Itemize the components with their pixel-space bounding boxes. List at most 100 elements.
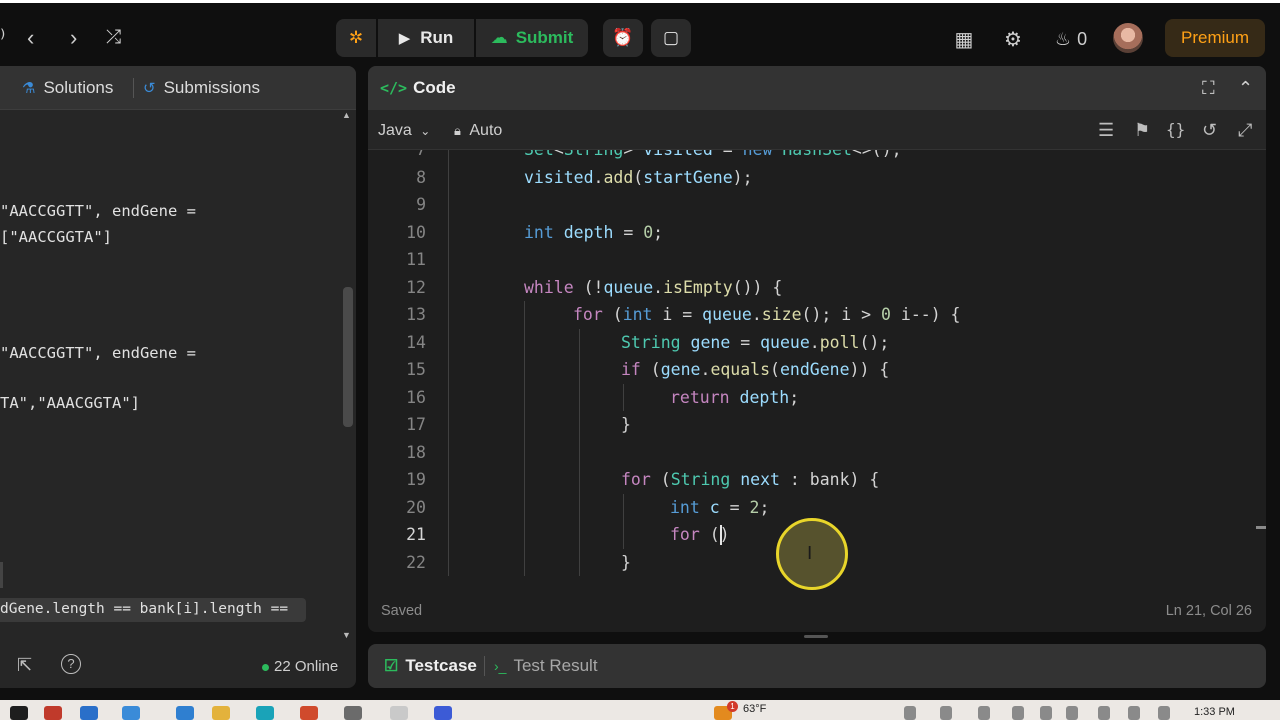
indent-guide — [579, 521, 580, 549]
code-line[interactable]: 9 — [368, 191, 1248, 219]
online-indicator: 22 Online — [262, 658, 338, 675]
taskbar-app-icon[interactable] — [434, 706, 452, 720]
chevron-left-icon[interactable]: ‹ — [27, 25, 34, 51]
language-select[interactable]: Java ⌄ — [378, 122, 430, 140]
grid-icon[interactable]: ▦ — [951, 21, 977, 57]
debug-button[interactable]: ✲ — [336, 19, 376, 57]
tab-testcase[interactable]: ☑ Testcase — [384, 656, 477, 676]
indent-guide — [524, 301, 525, 329]
code-line[interactable]: 13 for (int i = queue.size(); i > 0 i--) … — [368, 301, 1248, 329]
text-caret — [720, 525, 722, 545]
tray-icon[interactable] — [1098, 706, 1110, 720]
code-line[interactable]: 8 visited.add(startGene); — [368, 163, 1248, 191]
taskbar-app-icon[interactable] — [390, 706, 408, 720]
code-line[interactable]: 19 for (String next : bank) { — [368, 466, 1248, 494]
premium-button[interactable]: Premium — [1165, 19, 1265, 57]
indent-guide — [524, 411, 525, 439]
weather-temp: 63°F — [743, 703, 767, 715]
tab-submissions[interactable]: ↺ Submissions — [143, 78, 260, 98]
bookmark-icon[interactable]: ⚑ — [1134, 120, 1150, 141]
tray-icon[interactable] — [904, 706, 916, 720]
chevron-right-icon[interactable]: › — [70, 25, 77, 51]
avatar[interactable] — [1113, 23, 1143, 53]
indent-guide — [524, 328, 525, 356]
tab-test-result[interactable]: ›_ Test Result — [494, 656, 598, 676]
lock-icon: 🔒︎ — [454, 123, 461, 138]
run-label: Run — [420, 28, 454, 47]
code-text: visited.add(startGene); — [524, 167, 753, 187]
tray-icon[interactable] — [978, 706, 990, 720]
streak-count: 0 — [1077, 28, 1088, 49]
line-number: 17 — [406, 415, 426, 434]
scroll-down-icon[interactable]: ▼ — [342, 630, 351, 640]
line-number: 14 — [406, 332, 426, 352]
fire-icon: ♨ — [1054, 28, 1072, 49]
indent-guide — [623, 383, 624, 411]
tray-icon[interactable] — [1012, 706, 1024, 720]
run-submit-group: ✲ ▶ Run ☁ Submit — [336, 19, 588, 57]
code-line[interactable]: 12 while (!queue.isEmpty()) { — [368, 273, 1248, 301]
external-link-icon[interactable]: ⇱ — [17, 655, 32, 676]
taskbar-app-icon[interactable] — [300, 706, 318, 720]
text-cursor-icon: I — [807, 543, 813, 564]
indent-guide — [448, 383, 449, 411]
line-number: 20 — [406, 497, 426, 517]
scroll-thumb[interactable] — [343, 287, 353, 427]
submit-button[interactable]: ☁ Submit — [476, 19, 588, 57]
streak-counter[interactable]: ♨ 0 — [1049, 21, 1093, 57]
indent-guide — [448, 438, 449, 466]
code-text: return depth; — [670, 387, 800, 407]
code-line[interactable]: 10 int depth = 0; — [368, 218, 1248, 246]
tray-icon[interactable] — [1128, 706, 1140, 720]
expand-icon[interactable]: ⤢ — [1238, 120, 1252, 141]
checkbox-icon: ☑ — [384, 658, 399, 675]
taskbar-app-icon[interactable] — [256, 706, 274, 720]
maximize-icon[interactable]: ⛶ — [1202, 78, 1215, 99]
gear-icon[interactable]: ⚙ — [1000, 21, 1026, 57]
shuffle-icon[interactable]: ⤮ — [106, 25, 121, 51]
example1-input-line2: ["AACCGGTA"] — [0, 228, 112, 246]
constraint-code: dGene.length == bank[i].length == — [0, 598, 306, 622]
indent-guide — [448, 493, 449, 521]
tray-icon[interactable] — [1066, 706, 1078, 720]
tab-testcase-label: Testcase — [405, 656, 477, 675]
chevron-up-icon[interactable]: ⌃ — [1238, 78, 1253, 99]
taskbar-app-icon[interactable] — [176, 706, 194, 720]
scroll-up-icon[interactable]: ▲ — [342, 110, 351, 120]
left-scrollbar[interactable]: ▲ ▼ — [341, 110, 353, 642]
online-count: 22 Online — [274, 658, 339, 675]
auto-mode[interactable]: 🔒︎ Auto — [454, 122, 502, 140]
code-line[interactable]: 15 if (gene.equals(endGene)) { — [368, 356, 1248, 384]
taskbar-app-icon[interactable] — [44, 706, 62, 720]
indent-guide — [579, 493, 580, 521]
tray-icon[interactable] — [1040, 706, 1052, 720]
taskbar-app-icon[interactable] — [10, 706, 28, 720]
taskbar-app-icon[interactable] — [122, 706, 140, 720]
example1-input-line1: "AACCGGTT", endGene = — [0, 202, 196, 220]
code-title-label: Code — [413, 78, 456, 97]
code-line[interactable]: 14 String gene = queue.poll(); — [368, 328, 1248, 356]
tray-icon[interactable] — [940, 706, 952, 720]
code-line[interactable]: 7 Set<String> visited = new HashSet<>(); — [368, 150, 1248, 164]
code-line[interactable]: 17} — [368, 411, 1248, 439]
braces-icon[interactable]: {} — [1166, 120, 1185, 139]
timer-button[interactable]: ⏰ — [603, 19, 643, 57]
tab-solutions[interactable]: ⚗ Solutions — [22, 78, 113, 98]
taskbar-app-icon[interactable] — [80, 706, 98, 720]
code-line[interactable]: 11 — [368, 246, 1248, 274]
code-line[interactable]: 20 int c = 2; — [368, 493, 1248, 521]
taskbar-app-icon[interactable] — [212, 706, 230, 720]
code-line[interactable]: 18 — [368, 438, 1248, 466]
code-line[interactable]: 16 return depth; — [368, 383, 1248, 411]
format-icon[interactable]: ☰ — [1098, 120, 1114, 141]
reset-icon[interactable]: ↺ — [1202, 120, 1217, 141]
panel-resize-handle[interactable] — [804, 635, 828, 638]
notes-button[interactable]: ▢ — [651, 19, 691, 57]
code-text: while (!queue.isEmpty()) { — [524, 277, 783, 297]
help-icon[interactable]: ? — [61, 654, 81, 674]
tray-icon[interactable] — [1158, 706, 1170, 720]
taskbar-app-icon[interactable] — [344, 706, 362, 720]
indent-guide — [524, 521, 525, 549]
run-button[interactable]: ▶ Run — [378, 19, 474, 57]
code-editor[interactable]: 7Set<String> visited = new HashSet<>();8… — [368, 150, 1266, 578]
